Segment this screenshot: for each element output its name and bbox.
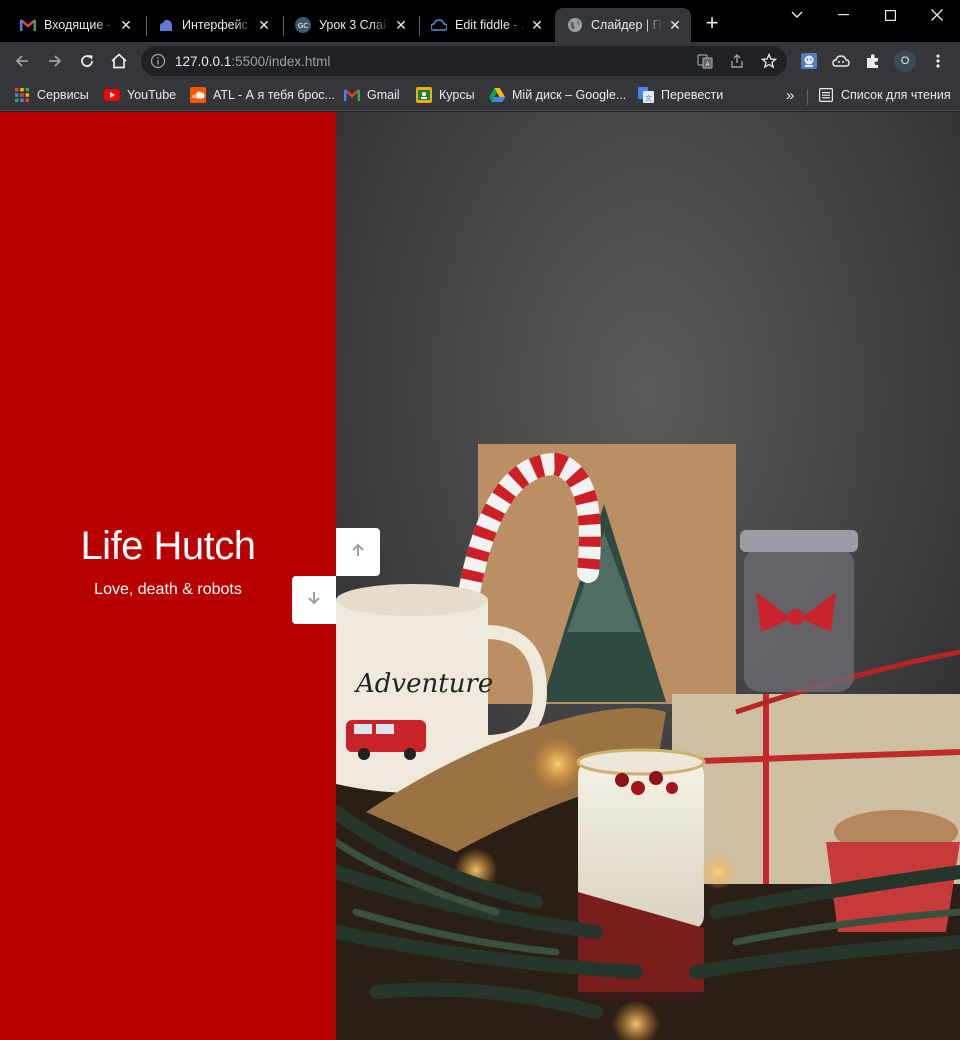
extension-cloud-icon[interactable] [827,47,855,75]
arrow-down-icon [306,590,322,611]
close-tab-icon[interactable]: ✕ [393,17,409,33]
bookmark-youtube[interactable]: YouTube [104,85,176,105]
reading-list-icon [818,87,834,103]
bookmark-label: ATL - А я тебя брос... [213,88,335,102]
share-icon[interactable] [729,53,745,69]
url-text[interactable]: 127.0.0.1:5500/index.html [175,54,330,69]
slide-sidebar: Life Hutch Love, death & robots [0,112,336,1040]
courses-icon [416,87,432,103]
apps-grid-icon [14,87,30,103]
gc-icon: GC [295,17,311,33]
close-window-icon[interactable] [914,0,960,30]
youtube-icon [104,87,120,103]
back-icon[interactable] [8,47,36,75]
bookmarks-bar: Сервисы YouTube ATL - А я тебя брос... G… [0,80,960,111]
minimize-icon[interactable] [820,0,866,30]
gmail-icon [20,17,36,33]
forward-icon[interactable] [41,47,69,75]
bookmark-label: Gmail [367,88,400,102]
svg-text:Adventure: Adventure [354,669,493,699]
close-tab-icon[interactable]: ✕ [118,17,134,33]
tab-strip: Входящие - gmail ✕ Интерфейс Figma ✕ GC … [0,0,960,42]
bookmark-translate[interactable]: 文 Перевести [638,85,723,105]
bookmark-label: Курсы [439,88,475,102]
bookmark-star-icon[interactable] [760,52,778,69]
extension-robot-icon[interactable] [795,47,823,75]
slide-up-button[interactable] [336,528,380,576]
soundcloud-icon [190,87,206,103]
profile-avatar[interactable]: O [894,50,916,72]
browser-toolbar: 127.0.0.1:5500/index.html A O [0,42,960,80]
google-drive-icon [489,87,505,103]
translate-page-icon[interactable]: A [697,53,713,69]
close-tab-icon[interactable]: ✕ [256,17,272,33]
translate-icon: 文 [638,87,654,103]
tab-title: Слайдер | Практика [591,18,663,32]
menu-kebab-icon[interactable] [924,47,952,75]
svg-text:文: 文 [645,94,652,103]
bookmark-courses[interactable]: Курсы [416,85,475,105]
tab-title: Edit fiddle - JSFiddle [455,18,525,32]
home-icon[interactable] [105,47,133,75]
bookmark-soundcloud[interactable]: ATL - А я тебя брос... [190,85,335,105]
bookmark-services[interactable]: Сервисы [14,85,89,105]
tab-title: Урок 3 Слайдер [319,18,389,32]
tab-gmail[interactable]: Входящие - gmail ✕ [8,8,142,42]
globe-icon [567,17,583,33]
maximize-icon[interactable] [867,0,913,30]
tab-jsfiddle[interactable]: Edit fiddle - JSFiddle ✕ [419,8,553,42]
url-host: 127.0.0.1 [175,54,232,69]
bookmark-label: Сервисы [37,88,89,102]
reading-list-button[interactable]: Список для чтения [818,85,951,105]
tab-search-icon[interactable] [774,0,820,30]
tab-lesson[interactable]: GC Урок 3 Слайдер ✕ [283,8,417,42]
new-tab-button[interactable]: + [700,12,724,36]
tab-figma[interactable]: Интерфейс Figma ✕ [146,8,280,42]
bookmarks-overflow-button[interactable]: » [786,85,794,105]
slider-page: Life Hutch Love, death & robots Adventur… [0,112,960,1040]
address-bar[interactable]: 127.0.0.1:5500/index.html A [141,46,787,76]
slide-down-button[interactable] [292,576,336,624]
extensions-puzzle-icon[interactable] [859,47,887,75]
svg-text:GC: GC [298,22,308,30]
slide-subtitle: Love, death & robots [94,581,242,598]
bookmarks-divider [807,89,808,105]
reading-list-label: Список для чтения [841,88,951,102]
bookmark-label: YouTube [127,88,177,102]
bookmark-label: Мій диск – Google... [512,88,627,102]
slide-image: Adventure [336,112,960,1040]
tab-title: Входящие - gmail [44,18,114,32]
slide-title: Life Hutch [80,524,256,568]
close-tab-icon[interactable]: ✕ [667,17,683,33]
gmail-icon [344,87,360,103]
tab-title: Интерфейс Figma [182,18,252,32]
reload-icon[interactable] [73,47,101,75]
jsfiddle-icon [431,17,447,33]
arrow-up-icon [350,542,366,563]
close-tab-icon[interactable]: ✕ [529,17,545,33]
bookmark-gmail[interactable]: Gmail [344,85,400,105]
site-info-icon[interactable] [150,53,166,69]
bookmark-label: Перевести [661,88,724,102]
bookmark-google-drive[interactable]: Мій диск – Google... [489,85,626,105]
url-path: :5500/index.html [231,54,331,69]
figma-cloud-icon [158,17,174,33]
tab-slider-active[interactable]: Слайдер | Практика ✕ [555,8,691,42]
